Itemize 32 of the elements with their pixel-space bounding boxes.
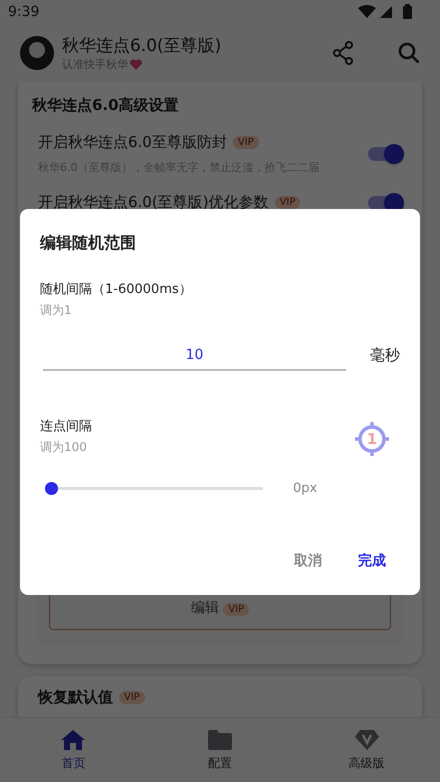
- slider-thumb[interactable]: [45, 482, 58, 495]
- vip-badge: VIP: [119, 691, 145, 704]
- app-title: 秋华连点6.0(至尊版): [62, 35, 222, 57]
- avatar: [20, 36, 54, 70]
- card-title: 恢复默认值: [38, 688, 113, 707]
- search-icon[interactable]: [398, 42, 420, 64]
- status-time: 9:39: [8, 4, 40, 20]
- nav-tab[interactable]: 首页: [0, 718, 147, 782]
- heart-icon: [130, 59, 142, 70]
- toggle-switch[interactable]: [368, 147, 402, 161]
- toggle-switch[interactable]: [368, 196, 402, 210]
- home-icon: [60, 728, 86, 750]
- option-title: 开启秋华连点6.0(至尊版)优化参数: [38, 193, 269, 212]
- field-hint: 调为1: [40, 302, 73, 319]
- vip-badge: VIP: [274, 196, 300, 209]
- option-title: 开启秋华连点6.0至尊版防封: [38, 133, 227, 152]
- vip-badge: VIP: [232, 136, 259, 149]
- cancel-button[interactable]: 取消: [288, 548, 328, 574]
- nav-tab[interactable]: 配置: [146, 718, 294, 782]
- diamond-icon: [354, 728, 380, 750]
- confirm-button[interactable]: 完成: [352, 548, 392, 574]
- field-label: 连点间隔: [40, 418, 92, 435]
- number-input[interactable]: 10: [43, 339, 346, 371]
- unit-label: 毫秒: [370, 346, 400, 364]
- folder-icon: [207, 728, 233, 750]
- share-icon[interactable]: [332, 41, 354, 65]
- nav-tab[interactable]: 高级版: [293, 718, 440, 782]
- field-label: 随机间隔（1-60000ms）: [40, 281, 193, 298]
- field-hint: 调为100: [40, 439, 88, 456]
- card-title: 秋华连点6.0高级设置: [32, 96, 180, 115]
- dialog-title: 编辑随机范围: [40, 233, 137, 254]
- slider-value: 0px: [293, 481, 318, 496]
